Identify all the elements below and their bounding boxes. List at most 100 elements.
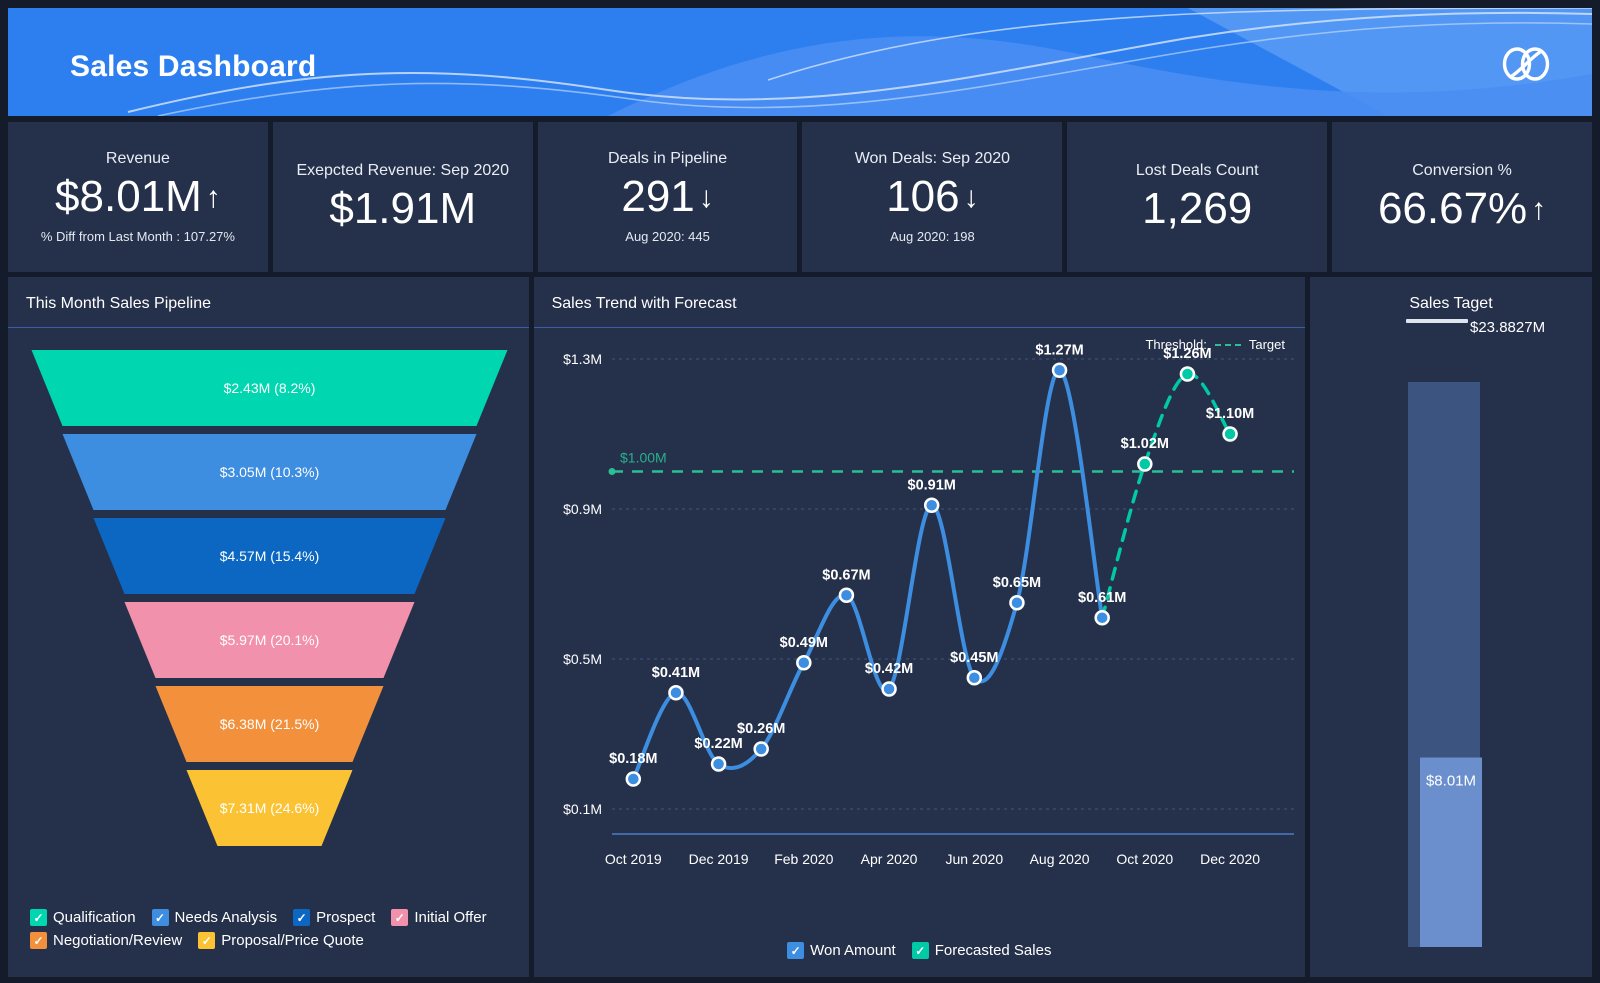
kpi-card-conversion-percent[interactable]: Conversion % 66.67% ↑ [1332,122,1592,272]
data-point[interactable] [667,685,684,701]
kpi-card-revenue[interactable]: Revenue $8.01M ↑ % Diff from Last Month :… [8,122,268,272]
data-point[interactable] [838,587,854,603]
data-point[interactable] [1221,426,1238,442]
legend-label: Forecasted Sales [934,942,1052,959]
threshold-value-label: $1.00M [620,450,667,466]
sales-target-panel: Sales Taget $23.8827M $8.01M [1310,277,1592,977]
data-point[interactable] [1008,595,1025,611]
legend-label: Won Amount [810,942,896,959]
sales-target-header: Sales Taget $23.8827M [1310,277,1592,347]
funnel-panel-title: This Month Sales Pipeline [8,277,529,328]
data-point[interactable] [1094,610,1110,626]
x-axis-tick-label: Oct 2019 [604,851,661,867]
trend-down-arrow-icon: ↓ [698,181,714,215]
legend-label: Negotiation/Review [53,932,183,949]
legend-item-needs-analysis[interactable]: ✓ Needs Analysis [151,909,278,926]
legend-item-negotiation-review[interactable]: ✓ Negotiation/Review [30,932,182,949]
kpi-card-expected-revenue[interactable]: Exepcted Revenue: Sep 2020 $1.91M [272,122,533,272]
x-axis-tick-label: Jun 2020 [945,851,1003,867]
funnel-segment-label: $7.31M (24.6%) [220,800,320,816]
data-point-label: $0.41M [651,665,699,681]
legend-checkbox-icon[interactable]: ✓ [30,932,47,949]
legend-item-proposal-price-quote[interactable]: ✓ Proposal/Price Quote [198,932,364,949]
funnel-chart-svg: $2.43M (8.2%) $3.05M (10.3%) $4.57M (15.4%… [31,350,508,846]
data-point-label: $0.18M [609,751,657,767]
dashboard-header: Sales Dashboard [8,8,1592,116]
legend-item-initial-offer[interactable]: ✓ Initial Offer [391,909,487,926]
x-axis-tick-label: Feb 2020 [774,851,833,867]
kpi-row: Revenue $8.01M ↑ % Diff from Last Month :… [8,122,1592,272]
kpi-number: 1,269 [1142,183,1253,233]
data-point-label: $1.10M [1205,406,1253,422]
kpi-value: 106 ↓ [886,174,978,220]
data-point[interactable] [753,741,769,757]
data-point[interactable] [1051,362,1067,378]
target-gauge-svg: $8.01M [1408,382,1482,947]
data-point[interactable] [923,497,940,513]
kpi-label: Deals in Pipeline [607,150,728,168]
data-point[interactable] [880,681,897,697]
trend-up-arrow-icon: ↑ [205,181,221,215]
legend-checkbox-icon[interactable]: ✓ [30,909,47,926]
y-axis-tick-label: $0.5M [563,651,602,667]
funnel-segment-label: $3.05M (10.3%) [220,464,320,480]
kpi-value: 1,269 [1142,183,1253,233]
data-point-label: $0.91M [907,477,955,493]
legend-checkbox-icon[interactable]: ✓ [198,932,216,949]
kpi-number: $1.91M [329,183,477,233]
trend-panel-title: Sales Trend with Forecast [533,277,1305,328]
data-point-label: $0.67M [822,567,870,583]
line-chart[interactable]: $1.00M $0.18M $0.41M $0.22M $0.26M $0.49M $0.… [534,339,1309,939]
kpi-number: 106 [886,172,960,222]
kpi-card-deals-in-pipeline[interactable]: Deals in Pipeline 291 ↓ Aug 2020: 445 [537,122,798,272]
legend-checkbox-icon[interactable]: ✓ [151,909,169,926]
data-point-label: $0.42M [864,661,912,677]
legend-checkbox-icon[interactable]: ✓ [391,909,409,926]
legend-checkbox-icon[interactable]: ✓ [787,942,805,959]
legend-checkbox-icon[interactable]: ✓ [911,942,929,959]
kpi-value: 66.67% ↑ [1378,185,1547,232]
data-point[interactable] [966,670,982,686]
kpi-label: Revenue [105,150,170,168]
kpi-card-won-deals[interactable]: Won Deals: Sep 2020 106 ↓ Aug 2020: 198 [802,122,1063,272]
trend-legend: ✓ Won Amount ✓ Forecasted Sales [534,942,1305,959]
trend-up-arrow-icon: ↑ [1531,192,1547,226]
legend-item-forecasted-sales[interactable]: ✓ Forecasted Sales [911,942,1052,959]
legend-checkbox-icon[interactable]: ✓ [293,909,311,926]
kpi-card-lost-deals-count[interactable]: Lost Deals Count 1,269 [1067,122,1328,272]
funnel-chart[interactable]: $2.43M (8.2%) $3.05M (10.3%) $4.57M (15.4%… [8,328,529,848]
data-point-label: $0.45M [950,650,998,666]
data-point[interactable] [795,655,812,671]
data-point-label: $0.65M [992,575,1040,591]
legend-label: Needs Analysis [174,909,278,926]
legend-item-won-amount[interactable]: ✓ Won Amount [787,942,896,959]
data-point[interactable] [1179,366,1195,382]
kpi-label: Won Deals: Sep 2020 [854,150,1011,168]
data-point-label: $0.49M [779,635,827,651]
kpi-sublabel: Aug 2020: 445 [625,228,710,244]
data-point-label: $0.22M [694,736,742,752]
target-amount-label: $23.8827M [1470,319,1546,336]
kpi-label: Exepcted Revenue: Sep 2020 [296,161,510,179]
x-axis-tick-label: Dec 2019 [688,851,748,867]
data-point-label: $0.26M [737,721,785,737]
data-point[interactable] [710,756,726,772]
legend-item-qualification[interactable]: ✓ Qualification [30,909,136,926]
kpi-sublabel: Aug 2020: 198 [890,228,975,244]
x-axis-tick-label: Aug 2020 [1029,851,1089,867]
target-panel-title: Sales Taget [1409,295,1493,312]
data-point[interactable] [1136,456,1153,472]
y-axis-tick-label: $0.1M [563,801,602,817]
sales-trend-panel: Sales Trend with Forecast Threshold: Tar… [533,277,1305,977]
sales-target-gauge[interactable]: $8.01M [1310,347,1592,947]
line-chart-svg: $1.00M $0.18M $0.41M $0.22M$0.26M $0.49M $0.… [563,342,1294,867]
target-value-label: $8.01M [1426,773,1476,790]
legend-item-prospect[interactable]: ✓ Prospect [293,909,375,926]
data-point-label: $1.27M [1035,342,1083,358]
kpi-sublabel: % Diff from Last Month : 107.27% [40,228,235,244]
trend-down-arrow-icon: ↓ [963,181,979,215]
page-title: Sales Dashboard [70,50,317,83]
main-row: This Month Sales Pipeline $2.43M (8.2%) $… [8,277,1592,977]
funnel-segment-label: $2.43M (8.2%) [224,380,316,396]
data-point[interactable] [625,771,641,787]
